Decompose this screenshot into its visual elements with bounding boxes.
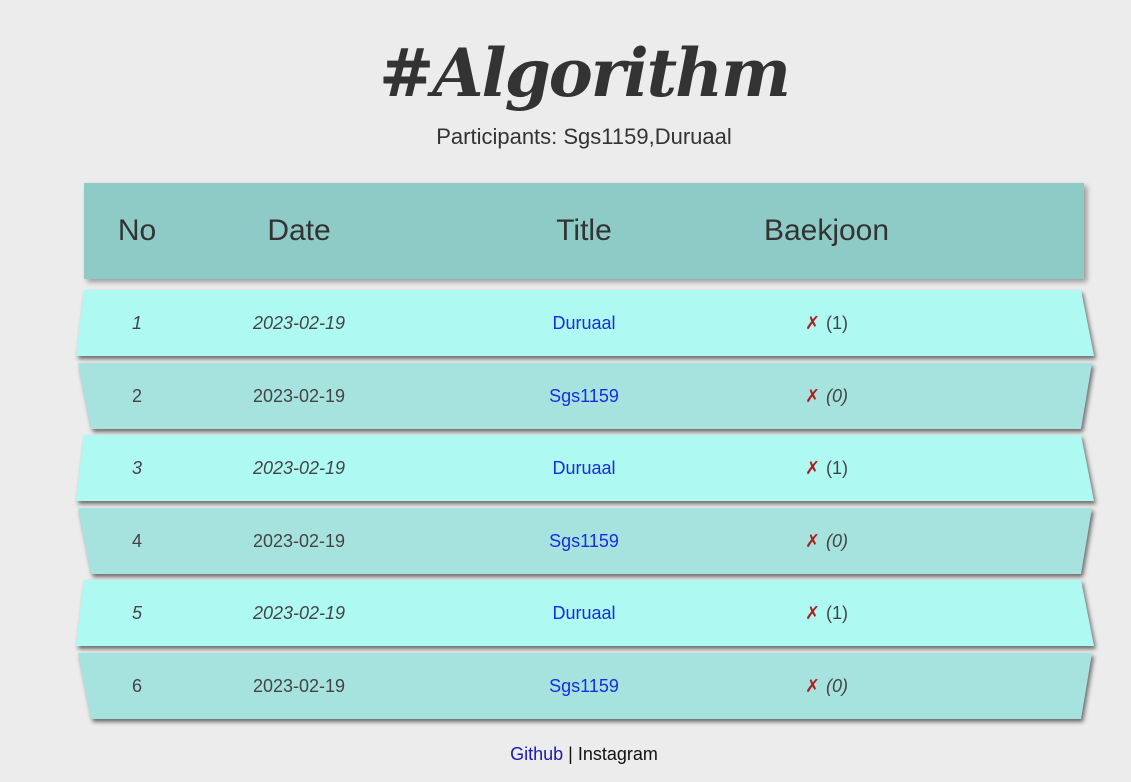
- cell-baekjoon: ✗ (0): [744, 508, 909, 574]
- cell-title: Duruaal: [509, 290, 659, 356]
- footer: Github | Instagram: [0, 744, 1131, 765]
- cell-no: 5: [131, 602, 142, 623]
- instagram-link[interactable]: Instagram: [578, 744, 658, 764]
- title-link[interactable]: Duruaal: [552, 313, 615, 334]
- cell-no: 6: [131, 675, 142, 696]
- attempt-count: (1): [826, 457, 849, 478]
- page: #Algorithm Participants: Sgs1159,Duruaal…: [0, 0, 1131, 782]
- cell-title: Sgs1159: [509, 363, 659, 429]
- attempt-count: (1): [826, 602, 849, 623]
- header-baekjoon: Baekjoon: [763, 214, 890, 247]
- cell-title: Duruaal: [509, 435, 659, 501]
- cell-date: 2023-02-19: [252, 457, 346, 478]
- header-date: Date: [267, 214, 331, 247]
- table-row: 3 2023-02-19 Duruaal ✗ (1): [76, 435, 1094, 501]
- header-no: No: [117, 214, 157, 247]
- cell-no: 2: [131, 385, 142, 406]
- github-link[interactable]: Github: [510, 744, 563, 764]
- cell-no: 3: [131, 457, 142, 478]
- table-row: 1 2023-02-19 Duruaal ✗ (1): [76, 290, 1094, 356]
- cell-title: Sgs1159: [509, 653, 659, 719]
- title-link[interactable]: Sgs1159: [549, 386, 619, 407]
- fail-mark-icon: ✗: [804, 385, 821, 406]
- attempt-count: (1): [826, 312, 849, 333]
- footer-separator: |: [568, 744, 573, 764]
- attempt-count: (0): [826, 530, 849, 551]
- fail-mark-icon: ✗: [804, 457, 821, 478]
- fail-mark-icon: ✗: [804, 602, 821, 623]
- title-link[interactable]: Sgs1159: [549, 531, 619, 552]
- cell-baekjoon: ✗ (1): [744, 290, 909, 356]
- cell-title: Sgs1159: [509, 508, 659, 574]
- table-row: 5 2023-02-19 Duruaal ✗ (1): [76, 580, 1094, 646]
- cell-baekjoon: ✗ (0): [744, 653, 909, 719]
- header-title: Title: [556, 214, 612, 247]
- fail-mark-icon: ✗: [804, 675, 821, 696]
- attempt-count: (0): [826, 675, 849, 696]
- cell-date: 2023-02-19: [252, 385, 346, 406]
- cell-date: 2023-02-19: [252, 530, 346, 551]
- cell-title: Duruaal: [509, 580, 659, 646]
- table-row: 4 2023-02-19 Sgs1159 ✗ (0): [76, 508, 1094, 574]
- cell-date: 2023-02-19: [252, 312, 346, 333]
- table-row: 6 2023-02-19 Sgs1159 ✗ (0): [76, 653, 1094, 719]
- cell-no: 1: [131, 312, 142, 333]
- table-header: No Date Title Baekjoon: [84, 183, 1084, 279]
- cell-baekjoon: ✗ (0): [744, 363, 909, 429]
- cell-date: 2023-02-19: [252, 602, 346, 623]
- cell-baekjoon: ✗ (1): [744, 435, 909, 501]
- attempt-count: (0): [826, 385, 849, 406]
- cell-no: 4: [131, 530, 142, 551]
- page-title: #Algorithm: [379, 34, 791, 112]
- cell-baekjoon: ✗ (1): [744, 580, 909, 646]
- fail-mark-icon: ✗: [804, 312, 821, 333]
- title-link[interactable]: Duruaal: [552, 458, 615, 479]
- title-link[interactable]: Sgs1159: [549, 676, 619, 697]
- title-link[interactable]: Duruaal: [552, 603, 615, 624]
- fail-mark-icon: ✗: [804, 530, 821, 551]
- table-row: 2 2023-02-19 Sgs1159 ✗ (0): [76, 363, 1094, 429]
- participants-label: Participants: Sgs1159,Duruaal: [436, 124, 732, 149]
- cell-date: 2023-02-19: [252, 675, 346, 696]
